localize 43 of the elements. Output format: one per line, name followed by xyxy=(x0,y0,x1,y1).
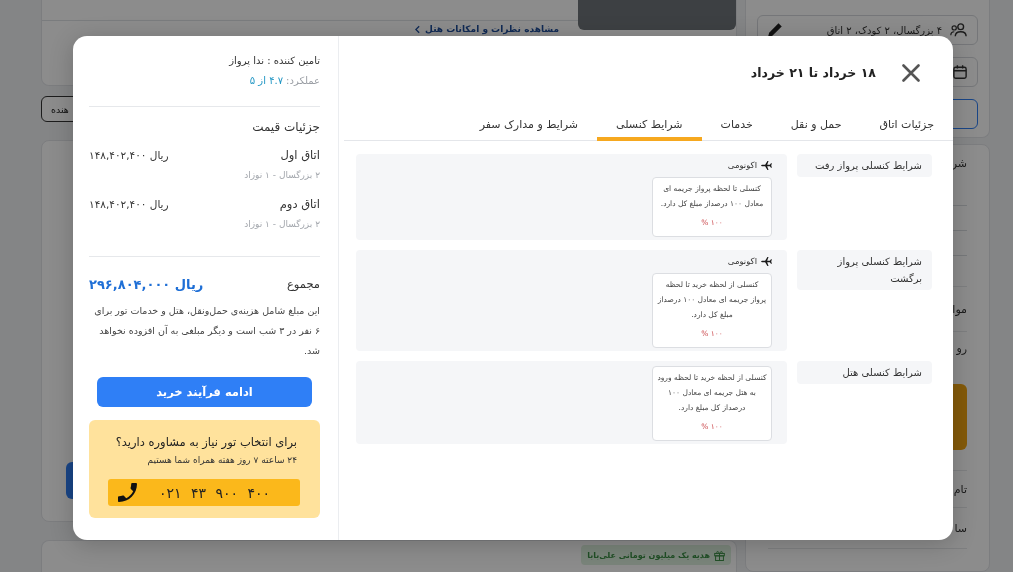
help-question: برای انتخاب تور نیاز به مشاوره دارید؟ xyxy=(114,434,298,451)
rating-value: ۴.۷ از ۵ xyxy=(249,74,284,88)
chevron-icon xyxy=(415,25,421,34)
close-button[interactable] xyxy=(902,64,920,82)
total-price: ۲۹۶,۸۰۴,۰۰۰ ریال xyxy=(89,276,204,292)
tab[interactable]: شرایط و مدارک سفر xyxy=(460,108,598,141)
phone-icon xyxy=(118,483,137,502)
close-icon xyxy=(902,64,920,82)
rule-title: شرایط کنسلی پرواز رفت xyxy=(797,154,932,177)
total-label: مجموع xyxy=(286,276,320,293)
people-icon xyxy=(950,23,967,37)
supplier-text: تامین کننده : ندا پرواز xyxy=(227,54,320,68)
room-price: ۱۴۸,۴۰۲,۴۰۰ ریال xyxy=(89,149,169,161)
tab[interactable]: شرایط کنسلی xyxy=(597,108,702,141)
rule-title: شرایط کنسلی هتل xyxy=(797,361,932,384)
gift-icon xyxy=(714,549,725,561)
room-guests: ۲ بزرگسال - ۱ نوزاد xyxy=(243,218,320,231)
calendar-icon xyxy=(953,65,967,79)
rule-title: شرایط کنسلی پرواز برگشت xyxy=(797,250,932,290)
section-label: رو xyxy=(956,341,967,355)
price-heading: جزئیات قیمت xyxy=(251,119,320,135)
reviews-link[interactable]: مشاهده نظرات و امکانات هتل xyxy=(415,24,559,35)
airplane-icon xyxy=(761,160,772,170)
room-guests: ۲ بزرگسال - ۱ نوزاد xyxy=(243,169,320,182)
airplane-icon xyxy=(761,256,772,266)
continue-button[interactable]: ادامه فرآیند خرید xyxy=(97,377,312,407)
modal-title: ۱۸ خرداد تا ۲۱ خرداد xyxy=(750,64,876,82)
price-note: این مبلغ شامل هزینه‌ی حمل‌ونقل، هتل و خدمات تور برای ۶ نفر در ۳ شب است و دیگر مبلغی به آن افزوده نخواهد شد. xyxy=(93,304,320,358)
tab[interactable]: حمل و نقل xyxy=(771,108,861,141)
room-price: ۱۴۸,۴۰۲,۴۰۰ ریال xyxy=(89,198,169,210)
section-label: تام xyxy=(953,482,967,496)
fare-class: اکونومی xyxy=(727,256,757,266)
fare-class: اکونومی xyxy=(727,160,757,170)
room-name: اتاق دوم xyxy=(279,196,320,212)
rating-label: عملکرد: xyxy=(286,74,320,88)
section-label: موا xyxy=(952,302,967,316)
help-hours: ۲۴ ساعته ۷ روز هفته همراه شما هستیم xyxy=(146,454,298,467)
tab[interactable]: جزئیات اتاق xyxy=(860,108,953,141)
room-name: اتاق اول xyxy=(280,147,320,163)
section-label: سا xyxy=(954,521,967,535)
tab[interactable]: خدمات xyxy=(701,108,772,141)
phone-button[interactable]: ۰۲۱ ۴۳ ۹۰۰ ۴۰۰ xyxy=(108,479,300,506)
offer-text: هدیه یک میلیون تومانی علی‌بابا xyxy=(587,550,710,560)
